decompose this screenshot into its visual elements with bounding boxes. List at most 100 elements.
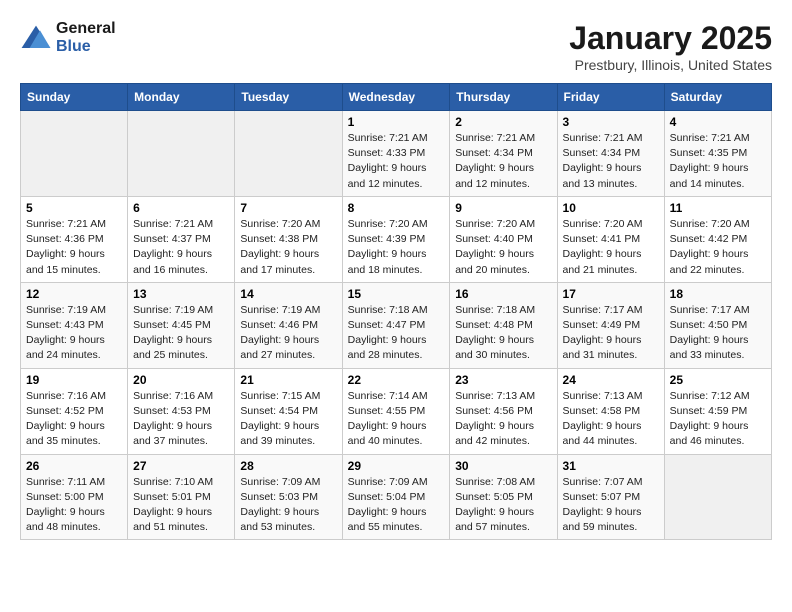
calendar-cell: 19 Sunrise: 7:16 AM Sunset: 4:52 PM Dayli…: [21, 368, 128, 454]
day-info: Sunrise: 7:08 AM Sunset: 5:05 PM Dayligh…: [455, 475, 551, 536]
calendar-cell: 21 Sunrise: 7:15 AM Sunset: 4:54 PM Dayli…: [235, 368, 342, 454]
day-number: 27: [133, 459, 229, 473]
calendar-cell: [21, 111, 128, 197]
day-number: 25: [670, 373, 766, 387]
month-title: January 2025: [569, 20, 772, 57]
calendar-cell: 12Sunrise: 7:19 AM Sunset: 4:43 PM Dayli…: [21, 282, 128, 368]
day-info: Sunrise: 7:20 AM Sunset: 4:42 PM Dayligh…: [670, 217, 766, 278]
calendar-cell: [664, 454, 771, 540]
day-number: 4: [670, 115, 766, 129]
calendar-cell: 2 Sunrise: 7:21 AM Sunset: 4:34 PM Daylig…: [450, 111, 557, 197]
calendar-cell: 13 Sunrise: 7:19 AM Sunset: 4:45 PM Dayli…: [128, 282, 235, 368]
day-info: Sunrise: 7:12 AM Sunset: 4:59 PM Dayligh…: [670, 389, 766, 450]
calendar-cell: 8 Sunrise: 7:20 AM Sunset: 4:39 PM Daylig…: [342, 196, 450, 282]
day-number: 15: [348, 287, 445, 301]
calendar-cell: 3 Sunrise: 7:21 AM Sunset: 4:34 PM Daylig…: [557, 111, 664, 197]
day-number: 6: [133, 201, 229, 215]
calendar-cell: 5Sunrise: 7:21 AM Sunset: 4:36 PM Daylig…: [21, 196, 128, 282]
day-info: Sunrise: 7:13 AM Sunset: 4:56 PM Dayligh…: [455, 389, 551, 450]
day-number: 2: [455, 115, 551, 129]
day-number: 16: [455, 287, 551, 301]
day-info: Sunrise: 7:17 AM Sunset: 4:49 PM Dayligh…: [563, 303, 659, 364]
title-block: January 2025 Prestbury, Illinois, United…: [569, 20, 772, 73]
page-header: General Blue January 2025 Prestbury, Ill…: [20, 20, 772, 73]
day-info: Sunrise: 7:20 AM Sunset: 4:39 PM Dayligh…: [348, 217, 445, 278]
logo: General Blue: [20, 20, 116, 56]
calendar-cell: 18Sunrise: 7:17 AM Sunset: 4:50 PM Dayli…: [664, 282, 771, 368]
location: Prestbury, Illinois, United States: [569, 57, 772, 73]
calendar-cell: 1Sunrise: 7:21 AM Sunset: 4:33 PM Daylig…: [342, 111, 450, 197]
calendar-cell: 22Sunrise: 7:14 AM Sunset: 4:55 PM Dayli…: [342, 368, 450, 454]
calendar-cell: 28 Sunrise: 7:09 AM Sunset: 5:03 PM Dayli…: [235, 454, 342, 540]
calendar-cell: 26 Sunrise: 7:11 AM Sunset: 5:00 PM Dayli…: [21, 454, 128, 540]
day-info: Sunrise: 7:20 AM Sunset: 4:41 PM Dayligh…: [563, 217, 659, 278]
day-info: Sunrise: 7:21 AM Sunset: 4:34 PM Dayligh…: [563, 131, 659, 192]
calendar-cell: 20 Sunrise: 7:16 AM Sunset: 4:53 PM Dayli…: [128, 368, 235, 454]
day-info: Sunrise: 7:13 AM Sunset: 4:58 PM Dayligh…: [563, 389, 659, 450]
day-info: Sunrise: 7:21 AM Sunset: 4:34 PM Dayligh…: [455, 131, 551, 192]
day-info: Sunrise: 7:09 AM Sunset: 5:03 PM Dayligh…: [240, 475, 336, 536]
day-info: Sunrise: 7:20 AM Sunset: 4:40 PM Dayligh…: [455, 217, 551, 278]
day-number: 24: [563, 373, 659, 387]
day-info: Sunrise: 7:19 AM Sunset: 4:45 PM Dayligh…: [133, 303, 229, 364]
day-info: Sunrise: 7:21 AM Sunset: 4:37 PM Dayligh…: [133, 217, 229, 278]
day-info: Sunrise: 7:15 AM Sunset: 4:54 PM Dayligh…: [240, 389, 336, 450]
day-info: Sunrise: 7:21 AM Sunset: 4:35 PM Dayligh…: [670, 131, 766, 192]
day-info: Sunrise: 7:18 AM Sunset: 4:48 PM Dayligh…: [455, 303, 551, 364]
day-header: Sunday: [21, 84, 128, 111]
day-number: 3: [563, 115, 659, 129]
calendar-cell: 10Sunrise: 7:20 AM Sunset: 4:41 PM Dayli…: [557, 196, 664, 282]
day-header: Friday: [557, 84, 664, 111]
day-number: 17: [563, 287, 659, 301]
calendar-week: 5Sunrise: 7:21 AM Sunset: 4:36 PM Daylig…: [21, 196, 772, 282]
day-info: Sunrise: 7:20 AM Sunset: 4:38 PM Dayligh…: [240, 217, 336, 278]
day-number: 5: [26, 201, 122, 215]
calendar-week: 26 Sunrise: 7:11 AM Sunset: 5:00 PM Dayli…: [21, 454, 772, 540]
calendar-cell: 29 Sunrise: 7:09 AM Sunset: 5:04 PM Dayli…: [342, 454, 450, 540]
day-info: Sunrise: 7:11 AM Sunset: 5:00 PM Dayligh…: [26, 475, 122, 536]
day-number: 19: [26, 373, 122, 387]
day-number: 26: [26, 459, 122, 473]
day-number: 7: [240, 201, 336, 215]
day-header: Tuesday: [235, 84, 342, 111]
calendar-cell: 15Sunrise: 7:18 AM Sunset: 4:47 PM Dayli…: [342, 282, 450, 368]
day-number: 21: [240, 373, 336, 387]
day-number: 12: [26, 287, 122, 301]
day-number: 23: [455, 373, 551, 387]
day-info: Sunrise: 7:10 AM Sunset: 5:01 PM Dayligh…: [133, 475, 229, 536]
day-number: 31: [563, 459, 659, 473]
day-info: Sunrise: 7:16 AM Sunset: 4:53 PM Dayligh…: [133, 389, 229, 450]
day-header: Saturday: [664, 84, 771, 111]
day-info: Sunrise: 7:19 AM Sunset: 4:46 PM Dayligh…: [240, 303, 336, 364]
day-info: Sunrise: 7:09 AM Sunset: 5:04 PM Dayligh…: [348, 475, 445, 536]
calendar-cell: [235, 111, 342, 197]
calendar-cell: 27 Sunrise: 7:10 AM Sunset: 5:01 PM Dayli…: [128, 454, 235, 540]
calendar-cell: 14 Sunrise: 7:19 AM Sunset: 4:46 PM Dayli…: [235, 282, 342, 368]
calendar-cell: 30 Sunrise: 7:08 AM Sunset: 5:05 PM Dayli…: [450, 454, 557, 540]
day-number: 30: [455, 459, 551, 473]
day-number: 8: [348, 201, 445, 215]
day-header: Thursday: [450, 84, 557, 111]
calendar-week: 1Sunrise: 7:21 AM Sunset: 4:33 PM Daylig…: [21, 111, 772, 197]
day-info: Sunrise: 7:07 AM Sunset: 5:07 PM Dayligh…: [563, 475, 659, 536]
calendar-cell: 11 Sunrise: 7:20 AM Sunset: 4:42 PM Dayli…: [664, 196, 771, 282]
day-header: Wednesday: [342, 84, 450, 111]
calendar-cell: 6 Sunrise: 7:21 AM Sunset: 4:37 PM Daylig…: [128, 196, 235, 282]
calendar-cell: 23 Sunrise: 7:13 AM Sunset: 4:56 PM Dayli…: [450, 368, 557, 454]
day-info: Sunrise: 7:16 AM Sunset: 4:52 PM Dayligh…: [26, 389, 122, 450]
day-number: 20: [133, 373, 229, 387]
calendar-cell: 25 Sunrise: 7:12 AM Sunset: 4:59 PM Dayli…: [664, 368, 771, 454]
day-number: 13: [133, 287, 229, 301]
logo-icon: [20, 24, 52, 52]
day-number: 29: [348, 459, 445, 473]
day-number: 11: [670, 201, 766, 215]
day-headers: SundayMondayTuesdayWednesdayThursdayFrid…: [21, 84, 772, 111]
calendar-table: SundayMondayTuesdayWednesdayThursdayFrid…: [20, 83, 772, 540]
calendar-cell: 24 Sunrise: 7:13 AM Sunset: 4:58 PM Dayli…: [557, 368, 664, 454]
day-info: Sunrise: 7:17 AM Sunset: 4:50 PM Dayligh…: [670, 303, 766, 364]
day-number: 28: [240, 459, 336, 473]
day-number: 14: [240, 287, 336, 301]
calendar-cell: 7 Sunrise: 7:20 AM Sunset: 4:38 PM Daylig…: [235, 196, 342, 282]
day-info: Sunrise: 7:14 AM Sunset: 4:55 PM Dayligh…: [348, 389, 445, 450]
calendar-cell: 4 Sunrise: 7:21 AM Sunset: 4:35 PM Daylig…: [664, 111, 771, 197]
